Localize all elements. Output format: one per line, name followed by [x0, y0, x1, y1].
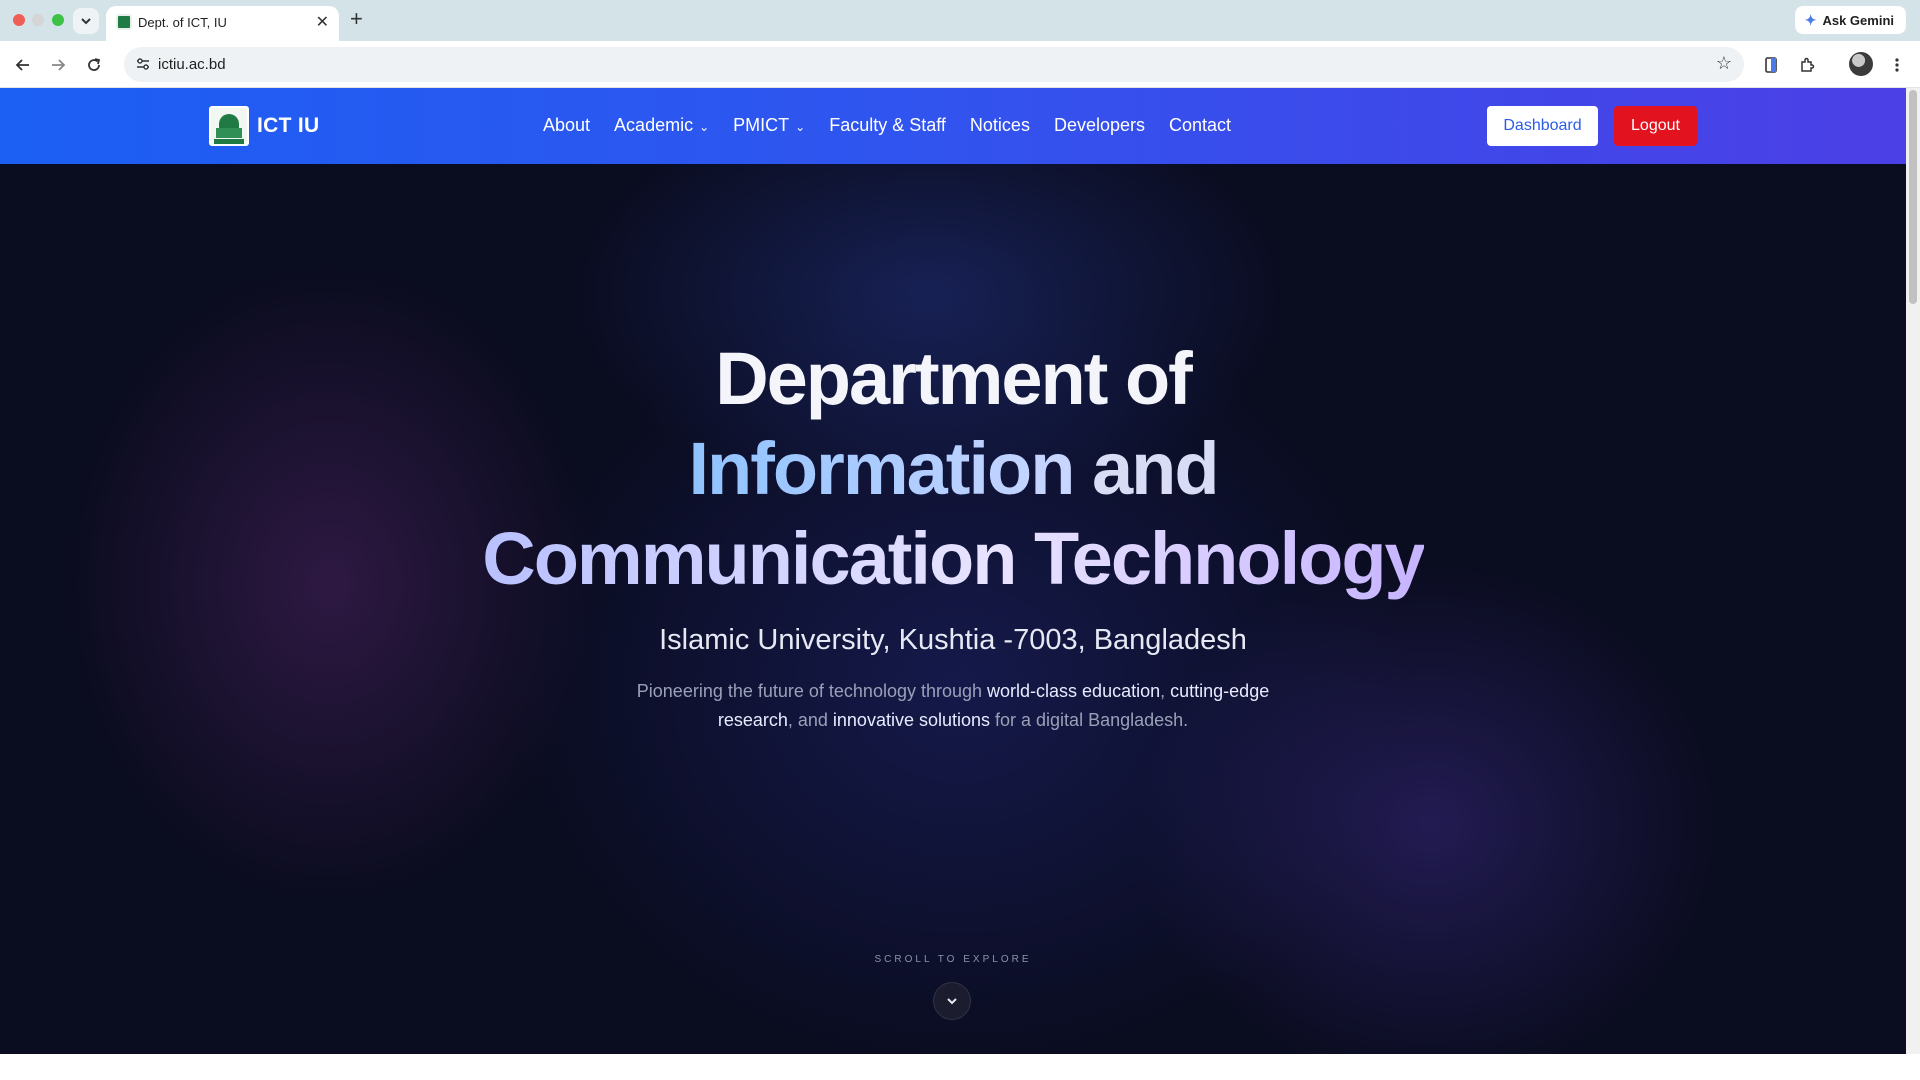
arrow-right-icon[interactable] [45, 52, 71, 78]
browser-tab-bar: Dept. of ICT, IU ✕ + ✦ Ask Gemini [0, 0, 1920, 41]
menu-label: Contact [1169, 115, 1232, 135]
menu-item-pmict[interactable]: PMICT ⌄ [733, 115, 805, 136]
hero-title-communication-technology: Communication Technology [482, 517, 1425, 600]
hero-title: Department of Information and Communicat… [0, 334, 1906, 604]
chevron-down-icon [947, 998, 957, 1005]
menu-item-about[interactable]: About [543, 115, 590, 136]
profile-avatar[interactable] [1849, 52, 1873, 76]
desc-text: Pioneering the future of technology thro… [636, 681, 988, 701]
extensions-icon[interactable] [1794, 52, 1820, 78]
page-bottom-strip [0, 1054, 1920, 1080]
gemini-sparkle-icon: ✦ [1804, 11, 1817, 28]
desc-text: , and [787, 710, 833, 730]
menu-label: PMICT [733, 115, 790, 135]
reading-mode-icon[interactable] [1758, 52, 1784, 78]
brand-name: ICT IU [257, 114, 320, 137]
menu-label: Faculty & Staff [829, 115, 946, 135]
menu-item-notices[interactable]: Notices [970, 115, 1030, 136]
reload-icon[interactable] [81, 52, 107, 78]
url-text: ictiu.ac.bd [158, 56, 226, 73]
tune-icon[interactable] [132, 53, 154, 75]
tab-close-icon[interactable]: ✕ [316, 12, 329, 32]
menu-label: About [543, 115, 591, 135]
brand-link[interactable]: ICT IU [209, 106, 319, 146]
window-close-button[interactable] [13, 14, 25, 26]
star-icon[interactable]: ☆ [1716, 53, 1732, 74]
scroll-to-explore-label: SCROLL TO EXPLORE [874, 954, 1032, 965]
hero-description: Pioneering the future of technology thro… [620, 677, 1286, 735]
scrollbar-thumb[interactable] [1909, 90, 1917, 304]
ask-gemini-label: Ask Gemini [1822, 12, 1894, 28]
dashboard-button[interactable]: Dashboard [1487, 106, 1598, 146]
hero-title-line-2: Information and [0, 424, 1906, 514]
logout-button[interactable]: Logout [1614, 106, 1697, 146]
menu-label: Academic [614, 115, 694, 135]
hero-title-information: Information [688, 427, 1075, 510]
ask-gemini-button[interactable]: ✦ Ask Gemini [1794, 6, 1906, 34]
new-tab-button[interactable]: + [350, 8, 363, 30]
page-scrollbar[interactable] [1906, 88, 1920, 1054]
tab-title: Dept. of ICT, IU [138, 15, 227, 30]
arrow-left-icon[interactable] [10, 52, 36, 78]
browser-tab[interactable]: Dept. of ICT, IU ✕ [106, 6, 339, 41]
hero-title-and: and [1073, 427, 1220, 510]
hero-title-line-3: Communication Technology [0, 514, 1906, 604]
menu-item-faculty-staff[interactable]: Faculty & Staff [829, 115, 946, 136]
window-minimize-button[interactable] [32, 14, 44, 26]
desc-text: , [1160, 681, 1171, 701]
browser-toolbar: ictiu.ac.bd ☆ [0, 41, 1920, 88]
main-menu: About Academic ⌄ PMICT ⌄ Faculty & Staff N… [543, 115, 1231, 136]
chevron-down-icon: ⌄ [795, 119, 806, 134]
window-maximize-button[interactable] [52, 14, 64, 26]
university-logo-icon [209, 106, 249, 146]
chevron-down-icon: ⌄ [699, 119, 710, 134]
hero-title-line-1: Department of [715, 337, 1193, 420]
menu-label: Developers [1053, 115, 1145, 135]
hero-subtitle: Islamic University, Kushtia -7003, Bangl… [659, 624, 1247, 656]
address-bar[interactable]: ictiu.ac.bd ☆ [124, 47, 1744, 82]
website-viewport: ICT IU About Academic ⌄ PMICT ⌄ Faculty & … [0, 88, 1906, 1054]
desc-highlight: innovative solutions [832, 710, 991, 730]
favicon-icon [116, 14, 132, 30]
hero-section: Department of Information and Communicat… [0, 164, 1906, 1054]
site-navbar: ICT IU About Academic ⌄ PMICT ⌄ Faculty & … [0, 88, 1906, 164]
desc-highlight: world-class education [987, 681, 1161, 701]
chevron-down-icon [81, 18, 91, 25]
desc-text: for a digital Bangladesh. [990, 710, 1189, 730]
more-options-icon[interactable] [1884, 52, 1910, 78]
menu-item-academic[interactable]: Academic ⌄ [614, 115, 709, 136]
menu-item-developers[interactable]: Developers [1054, 115, 1145, 136]
menu-label: Notices [969, 115, 1030, 135]
scroll-down-button[interactable] [933, 982, 971, 1020]
tab-search-button[interactable] [73, 8, 99, 34]
menu-item-contact[interactable]: Contact [1169, 115, 1231, 136]
